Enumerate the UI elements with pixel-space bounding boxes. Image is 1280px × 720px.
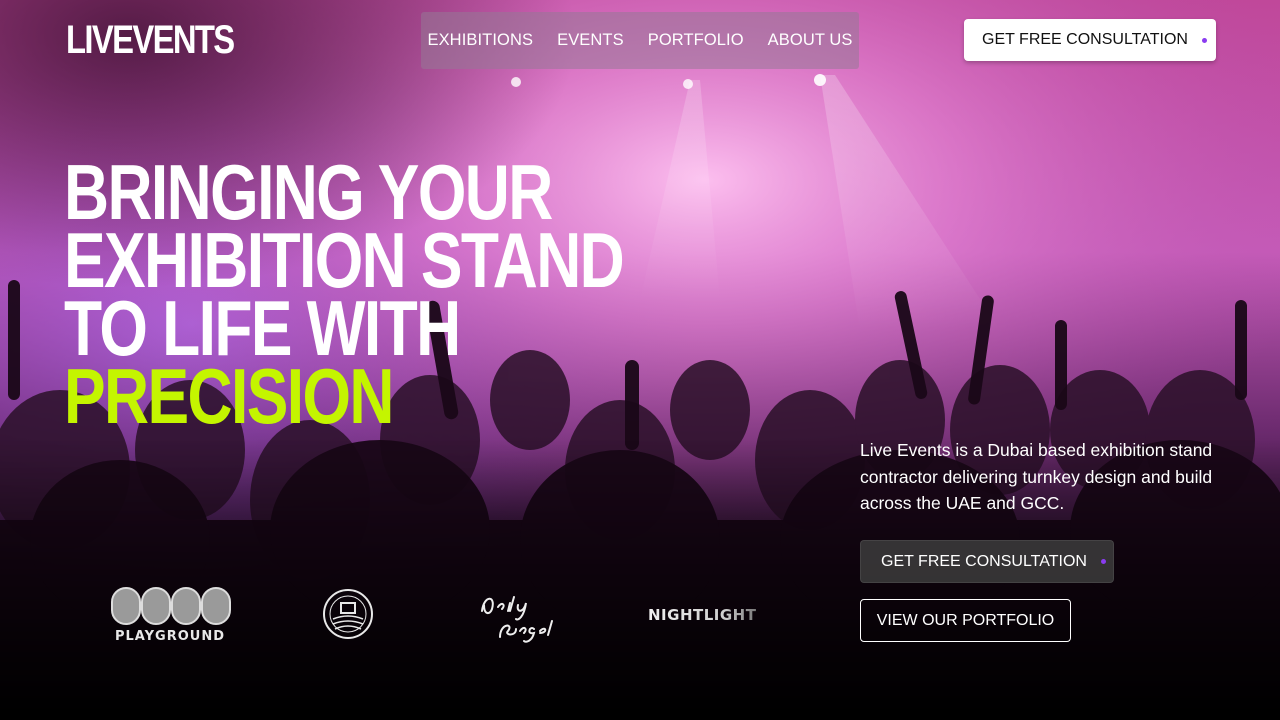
nav-item-exhibitions[interactable]: EXHIBITIONS — [427, 31, 533, 50]
dot-icon — [1201, 37, 1207, 43]
view-portfolio-button[interactable]: VIEW OUR PORTFOLIO — [860, 599, 1071, 642]
nav-item-portfolio[interactable]: PORTFOLIO — [648, 31, 744, 50]
play-playground-logo: PLAYGROUND — [108, 585, 236, 645]
nav-item-about-us[interactable]: ABOUT US — [768, 31, 853, 50]
hero-consultation-label: GET FREE CONSULTATION — [881, 552, 1087, 570]
main-nav: EXHIBITIONS EVENTS PORTFOLIO ABOUT US — [421, 12, 859, 69]
view-portfolio-label: VIEW OUR PORTFOLIO — [876, 611, 1055, 629]
header-consultation-label: GET FREE CONSULTATION — [982, 31, 1188, 48]
svg-text:PLAYGROUND: PLAYGROUND — [115, 629, 225, 644]
headline-accent: PRECISION — [64, 352, 394, 440]
header-consultation-button[interactable]: GET FREE CONSULTATION — [964, 19, 1216, 61]
nightlight-logo: NIGHTLIGHT — [646, 600, 756, 630]
dot-icon — [1100, 559, 1106, 564]
coffee-badge-logo — [321, 587, 375, 641]
daily-bagel-logo — [476, 585, 576, 645]
hero-consultation-button[interactable]: GET FREE CONSULTATION — [860, 540, 1114, 583]
hero-headline: BRINGING YOUR EXHIBITION STAND TO LIFE W… — [64, 153, 625, 440]
svg-text:NIGHTLIGHT: NIGHTLIGHT — [648, 606, 756, 624]
hero-description: Live Events is a Dubai based exhibition … — [860, 440, 1213, 513]
nav-item-events[interactable]: EVENTS — [557, 31, 624, 50]
brand-logo[interactable]: LIVEVENTS — [66, 18, 235, 62]
